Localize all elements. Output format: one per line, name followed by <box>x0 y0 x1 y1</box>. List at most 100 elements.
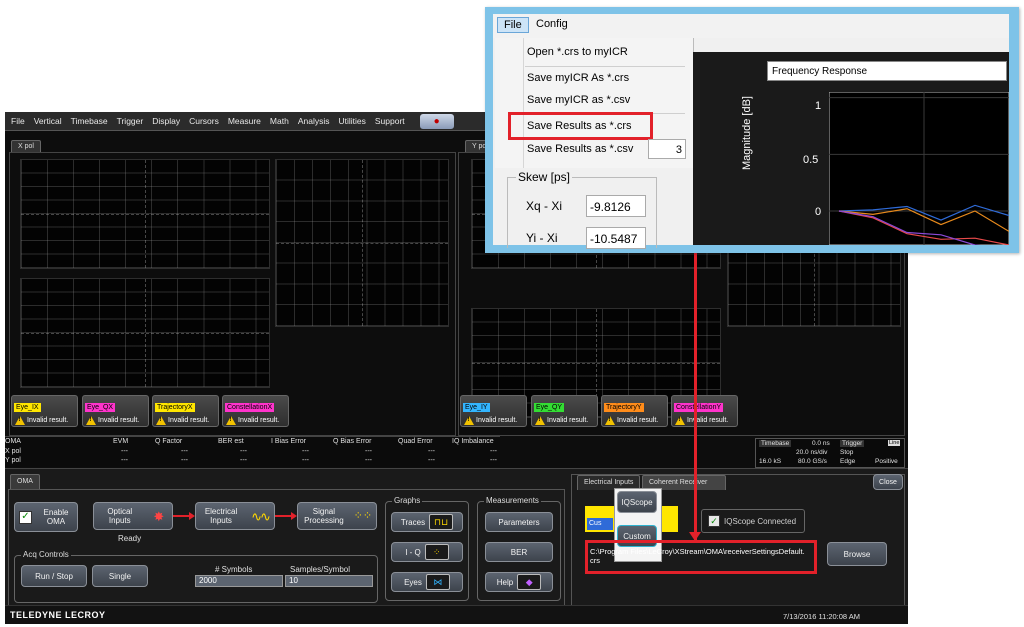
trigger-mode: Stop <box>840 449 854 456</box>
trigger-type: Edge <box>840 458 856 465</box>
meas-header-ber: BER est <box>218 438 244 445</box>
menu-gutter <box>523 38 524 168</box>
laser-icon: ✸ <box>153 508 165 524</box>
timebase-trigger-box[interactable]: Timebase 0.0 ns 20.0 ns/div 16.0 kS 80.0… <box>755 438 905 468</box>
xq-xi-label: Xq - Xi <box>526 199 563 213</box>
partial-value-field[interactable]: 3 <box>648 139 686 159</box>
meas-header-qfactor: Q Factor <box>155 438 183 445</box>
menu-item-save-myicr-csv[interactable]: Save myICR as *.csv <box>527 94 630 106</box>
traces-button[interactable]: Traces ⊓⊔ <box>391 512 463 532</box>
meas-cell: --- <box>302 457 309 464</box>
trace-constellation-y[interactable]: ConstellationY Invalid result. <box>671 395 738 427</box>
meas-row-label: Y pol <box>5 457 21 464</box>
lecroy-logo-icon[interactable]: ● <box>419 113 454 129</box>
menu-item-save-myicr-crs[interactable]: Save myICR As *.crs <box>527 72 629 84</box>
meas-cell: --- <box>302 448 309 455</box>
electrical-inputs-button[interactable]: Electrical Inputs ∿∿ <box>195 502 275 530</box>
samples-per-symbol-input[interactable]: 10 <box>285 575 373 587</box>
menu-math[interactable]: Math <box>270 116 289 126</box>
trace-label: TrajectoryY <box>604 403 644 412</box>
xq-xi-input[interactable]: -9.8126 <box>586 195 646 217</box>
timebase-label: Timebase <box>759 440 792 447</box>
menu-support[interactable]: Support <box>375 116 405 126</box>
help-label: Help <box>496 577 514 587</box>
meas-header-qbias: Q Bias Error <box>333 438 372 445</box>
constellation-icon: ⁘ <box>424 544 449 560</box>
dsp-grid-icon: ⁘⁘ <box>353 509 373 522</box>
meas-header-oma: OMA <box>5 438 21 445</box>
close-button[interactable]: Close <box>873 474 903 490</box>
trace-constellation-x[interactable]: ConstellationX Invalid result. <box>222 395 289 427</box>
meas-cell: --- <box>121 448 128 455</box>
eyes-button[interactable]: Eyes ⋈ <box>391 572 463 592</box>
yi-xi-label: Yi - Xi <box>526 231 558 245</box>
browse-button[interactable]: Browse <box>827 542 887 566</box>
menu-utilities[interactable]: Utilities <box>338 116 365 126</box>
menu-display[interactable]: Display <box>152 116 180 126</box>
trace-status: Invalid result. <box>547 417 589 424</box>
plot-area <box>829 92 1009 245</box>
timebase-div: 20.0 ns/div <box>796 449 828 456</box>
popup-content: Open *.crs to myICR Save myICR As *.crs … <box>493 38 1009 249</box>
trace-status: Invalid result. <box>617 417 659 424</box>
trace-eye-qy[interactable]: Eye_QY Invalid result. <box>531 395 598 427</box>
xpol-constellation-grid <box>275 159 449 327</box>
xpol-panel <box>9 152 456 436</box>
tab-oma[interactable]: OMA <box>10 474 40 489</box>
symbols-input[interactable]: 2000 <box>195 575 283 587</box>
trace-trajectory-y[interactable]: TrajectoryY Invalid result. <box>601 395 668 427</box>
meas-cell: --- <box>240 448 247 455</box>
meas-cell: --- <box>365 457 372 464</box>
y-axis-label: Magnitude [dB] <box>741 96 753 170</box>
iqscope-connected-label: IQScope Connected <box>724 516 797 526</box>
optical-inputs-button[interactable]: Optical Inputs ✸ <box>93 502 173 530</box>
xpol-eye-q-grid <box>20 278 270 388</box>
trace-eye-qx[interactable]: Eye_QX Invalid result. <box>82 395 149 427</box>
menu-item-open-crs[interactable]: Open *.crs to myICR <box>527 46 628 58</box>
trace-trajectory-x[interactable]: TrajectoryX Invalid result. <box>152 395 219 427</box>
popup-menu-config[interactable]: Config <box>536 18 568 30</box>
parameters-button[interactable]: Parameters <box>485 512 553 532</box>
waveform-icon: ∿∿ <box>251 508 271 524</box>
menu-separator <box>525 66 685 67</box>
frequency-response-plot: Frequency Response 1 0.5 0 Magnitude [dB… <box>693 52 1009 245</box>
help-book-icon: ◆ <box>517 574 542 590</box>
signal-processing-button[interactable]: Signal Processing ⁘⁘ <box>297 502 377 530</box>
y-tick-label: 0.5 <box>803 154 819 166</box>
iq-button[interactable]: I - Q ⁘ <box>391 542 463 562</box>
checkbox-checked-icon[interactable]: ✓ <box>19 510 32 524</box>
iq-label: I - Q <box>405 547 421 557</box>
traces-label: Traces <box>400 517 426 527</box>
iqscope-option[interactable]: IQScope <box>617 491 657 513</box>
trigger-label: Trigger <box>840 440 865 447</box>
help-button[interactable]: Help ◆ <box>485 572 553 592</box>
meas-header-evm: EVM <box>113 438 129 445</box>
checkbox-checked-icon[interactable]: ✓ <box>708 515 720 527</box>
trace-label: TrajectoryX <box>155 403 195 412</box>
run-stop-button[interactable]: Run / Stop <box>21 565 87 587</box>
popup-dialog: File Config Open *.crs to myICR Save myI… <box>485 7 1019 253</box>
trace-eye-ix[interactable]: Eye_IX Invalid result. <box>11 395 78 427</box>
menu-item-save-results-csv[interactable]: Save Results as *.csv <box>527 143 633 155</box>
single-button[interactable]: Single <box>92 565 148 587</box>
yi-xi-input[interactable]: -10.5487 <box>586 227 646 249</box>
popup-menu-file[interactable]: File <box>497 17 529 33</box>
enable-oma-button[interactable]: ✓ Enable OMA <box>14 502 78 532</box>
timebase-offset: 0.0 ns <box>812 440 830 447</box>
menu-timebase[interactable]: Timebase <box>71 116 108 126</box>
menu-file[interactable]: File <box>11 116 25 126</box>
menu-trigger[interactable]: Trigger <box>117 116 144 126</box>
warning-icon <box>464 416 474 425</box>
warning-icon <box>156 416 166 425</box>
trigger-badge: Line <box>888 440 901 446</box>
timebase-rate: 80.0 GS/s <box>798 458 827 465</box>
trace-eye-iy[interactable]: Eye_IY Invalid result. <box>460 395 527 427</box>
ber-button[interactable]: BER <box>485 542 553 562</box>
trace-status: Invalid result. <box>168 417 210 424</box>
y-tick-label: 0 <box>815 206 822 218</box>
menu-cursors[interactable]: Cursors <box>189 116 219 126</box>
menu-vertical[interactable]: Vertical <box>34 116 62 126</box>
menu-analysis[interactable]: Analysis <box>298 116 330 126</box>
trace-status: Invalid result. <box>238 417 280 424</box>
menu-measure[interactable]: Measure <box>228 116 261 126</box>
